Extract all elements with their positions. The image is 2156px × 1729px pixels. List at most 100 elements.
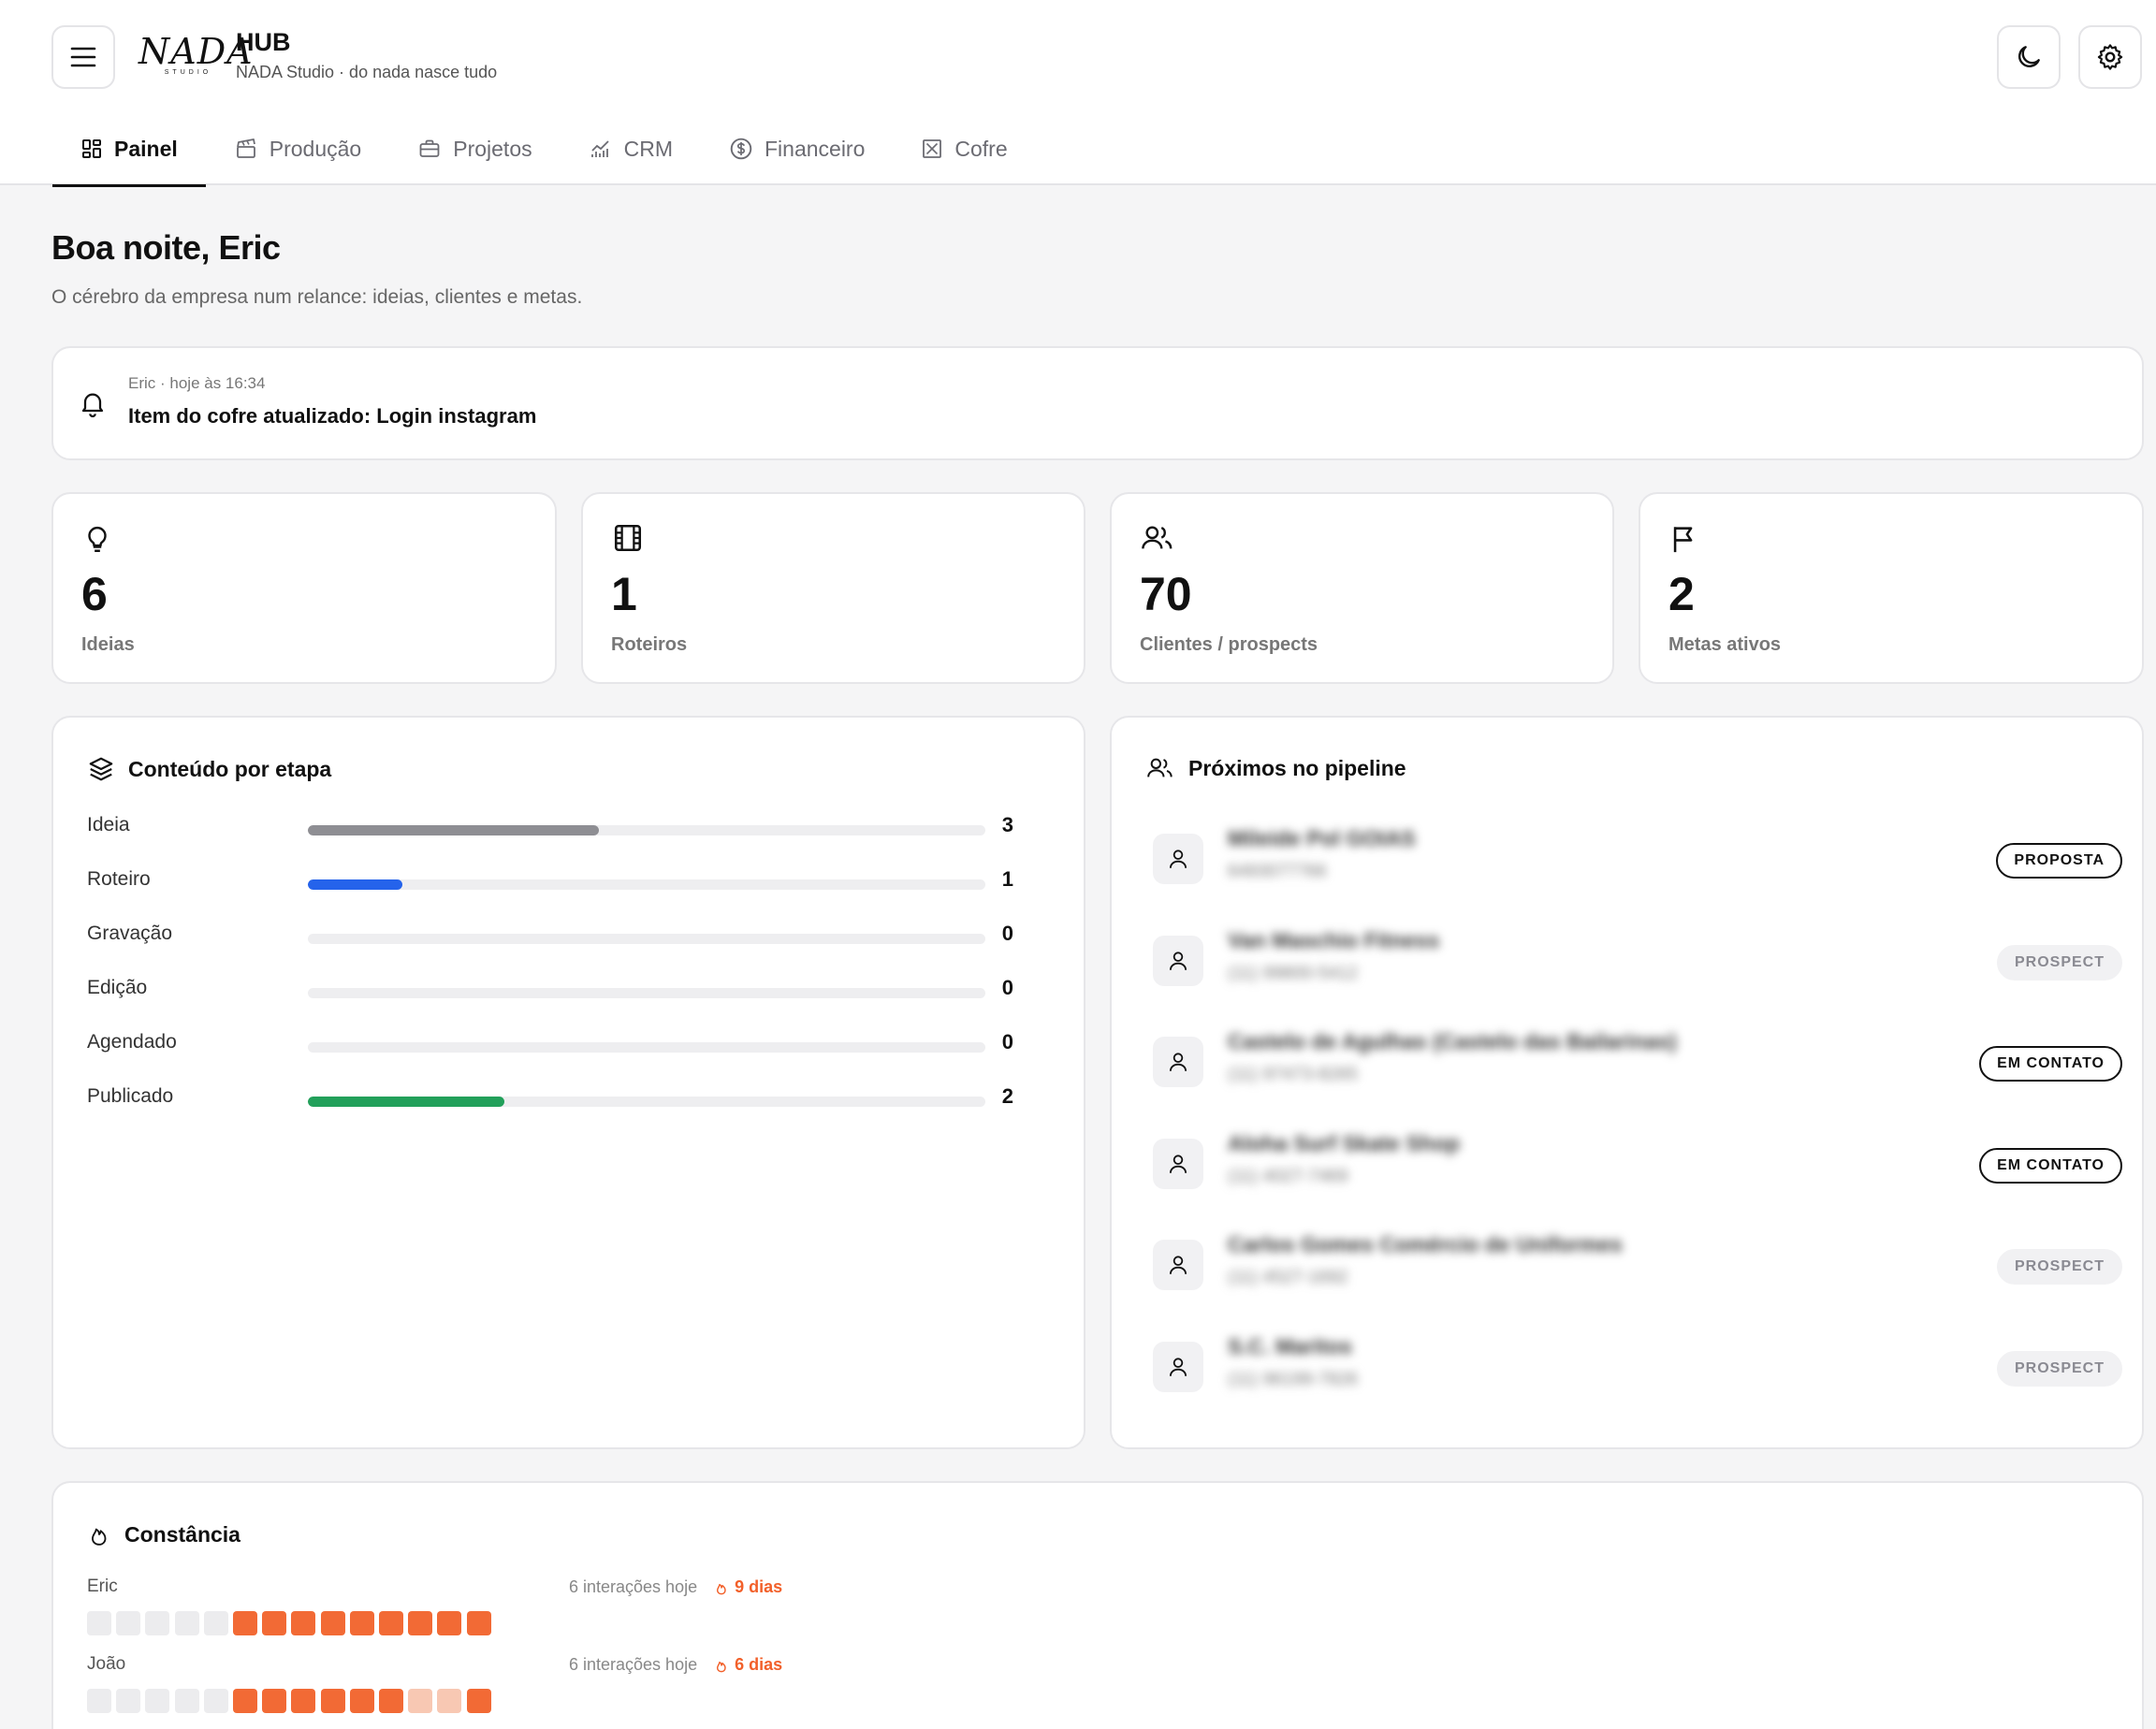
status-badge: PROPOSTA <box>1996 843 2122 879</box>
content-by-stage-card: Conteúdo por etapa Ideia 3 Roteiro 1 Gravaçã… <box>51 716 1085 1449</box>
vault-icon <box>921 138 954 160</box>
interactions-today: 6 interações hoje <box>569 1655 698 1674</box>
contact-name: S.C. Maritos <box>1228 1333 1352 1358</box>
stage-progress-track <box>308 1042 985 1053</box>
users-icon <box>1140 522 1175 554</box>
users-icon <box>1145 755 1188 781</box>
stage-progress-track <box>308 934 985 944</box>
activity-day-square <box>379 1611 403 1635</box>
stage-progress-track <box>308 1097 985 1107</box>
stat-card-clientes[interactable]: 70 Clientes / prospects <box>1110 492 1614 684</box>
activity-day-square <box>87 1689 111 1713</box>
pipeline-row[interactable]: S.C. Maritos (11) 96199-7826 PROSPECT <box>1153 1319 2122 1413</box>
avatar <box>1153 1341 1203 1392</box>
clapperboard-icon <box>234 138 270 160</box>
pipeline-card: Próximos no pipeline Mileide Pol GOIAS 64… <box>1110 716 2144 1449</box>
contact-name: Mileide Pol GOIAS <box>1228 826 1416 850</box>
user-icon <box>1166 847 1190 871</box>
stat-value: 6 <box>81 568 108 620</box>
activity-day-square <box>145 1689 170 1713</box>
activity-day-square <box>262 1689 287 1713</box>
activity-day-square <box>437 1611 462 1635</box>
pipeline-row[interactable]: Aloha Surf Skate Shop (11) 4027-7469 EM CO… <box>1153 1116 2122 1210</box>
tab-financeiro[interactable]: Financeiro <box>701 112 893 185</box>
stat-card-ideias[interactable]: 6 Ideias <box>51 492 557 684</box>
flame-icon <box>714 1657 729 1674</box>
avatar <box>1153 1037 1203 1087</box>
content-by-stage-title: Conteúdo por etapa <box>87 755 331 783</box>
streak-info: 6 interações hoje 9 dias <box>569 1577 782 1597</box>
activity-day-square <box>320 1689 345 1713</box>
stat-label: Roteiros <box>611 634 688 655</box>
contact-name: Aloha Surf Skate Shop <box>1228 1130 1460 1155</box>
stage-progress-fill <box>308 879 403 890</box>
contact-phone: (11) 4027-7469 <box>1228 1166 1348 1186</box>
main-tabs: Painel Produção Projetos CRM Financeiro … <box>52 112 1036 187</box>
gear-icon <box>2095 42 2125 72</box>
activity-day-square <box>466 1689 491 1713</box>
menu-button[interactable] <box>51 25 115 89</box>
stage-name: Agendado <box>87 1031 177 1053</box>
stage-count: 0 <box>1001 976 1013 999</box>
tab-projetos[interactable]: Projetos <box>389 112 560 185</box>
stage-row: Gravação 0 <box>87 917 1047 954</box>
activity-day-square <box>291 1611 316 1635</box>
app-title: HUB <box>236 28 291 56</box>
pipeline-row[interactable]: Van Maschio Fitness (11) 99800-5412 PROSPE… <box>1153 913 2122 1007</box>
tab-painel[interactable]: Painel <box>52 112 206 187</box>
status-badge: PROSPECT <box>1996 1249 2122 1285</box>
user-icon <box>1166 949 1190 973</box>
dashboard-icon <box>80 138 114 160</box>
stage-count: 3 <box>1001 813 1013 836</box>
theme-toggle-button[interactable] <box>1997 25 2061 89</box>
pipeline-row[interactable]: Carlos Gomes Comércio de Uniformes (11) 4… <box>1153 1217 2122 1311</box>
top-bar: NADA STUDIO HUB NADA Studio · do nada na… <box>0 0 2156 187</box>
stage-name: Publicado <box>87 1085 174 1107</box>
activity-day-square <box>349 1611 374 1635</box>
tab-cofre[interactable]: Cofre <box>893 112 1035 185</box>
activity-day-square <box>203 1611 228 1635</box>
menu-icon <box>70 46 96 68</box>
stat-card-roteiros[interactable]: 1 Roteiros <box>581 492 1085 684</box>
lightbulb-icon <box>81 522 113 556</box>
moon-icon <box>2014 42 2044 72</box>
avatar <box>1153 1138 1203 1189</box>
stage-count: 0 <box>1001 922 1013 945</box>
stage-row: Roteiro 1 <box>87 863 1047 900</box>
pipeline-row[interactable]: Castelo de Agulhas (Castelo das Bailarin… <box>1153 1014 2122 1108</box>
page-title: Boa noite, Eric <box>51 228 281 267</box>
stage-name: Edição <box>87 977 148 998</box>
activity-day-square <box>466 1611 491 1635</box>
interactions-today: 6 interações hoje <box>569 1577 698 1596</box>
stage-count: 2 <box>1001 1084 1013 1108</box>
stage-progress-track <box>308 825 985 835</box>
user-icon <box>1166 1050 1190 1074</box>
stat-label: Metas ativos <box>1668 634 1782 655</box>
user-icon <box>1166 1152 1190 1176</box>
notification-card[interactable]: Eric · hoje às 16:34 Item do cofre atual… <box>51 346 2144 460</box>
streak-info: 6 interações hoje 6 dias <box>569 1655 782 1675</box>
stat-label: Ideias <box>81 634 135 655</box>
dollar-circle-icon <box>729 137 765 161</box>
stage-name: Roteiro <box>87 868 151 890</box>
activity-day-square <box>145 1611 170 1635</box>
page-subtitle: O cérebro da empresa num relance: ideias… <box>51 286 583 308</box>
activity-day-square <box>408 1611 433 1635</box>
tab-crm[interactable]: CRM <box>561 112 701 185</box>
tab-producao[interactable]: Produção <box>206 112 389 185</box>
avatar <box>1153 1240 1203 1290</box>
contact-phone: (11) 97473-8265 <box>1228 1065 1359 1084</box>
settings-button[interactable] <box>2078 25 2142 89</box>
contact-phone: (11) 96199-7826 <box>1228 1369 1359 1389</box>
stage-count: 1 <box>1001 867 1013 891</box>
stat-value: 70 <box>1140 568 1192 620</box>
contact-phone: 6493077766 <box>1228 862 1327 881</box>
briefcase-icon <box>417 138 453 160</box>
pipeline-row[interactable]: Mileide Pol GOIAS 6493077766 PROPOSTA <box>1153 811 2122 905</box>
activity-day-square <box>233 1611 257 1635</box>
streak-days: 6 dias <box>735 1655 783 1674</box>
stat-card-metas[interactable]: 2 Metas ativos <box>1639 492 2144 684</box>
activity-day-square <box>291 1689 316 1713</box>
stage-progress-fill <box>308 1097 504 1107</box>
streak-days: 9 dias <box>735 1577 783 1596</box>
